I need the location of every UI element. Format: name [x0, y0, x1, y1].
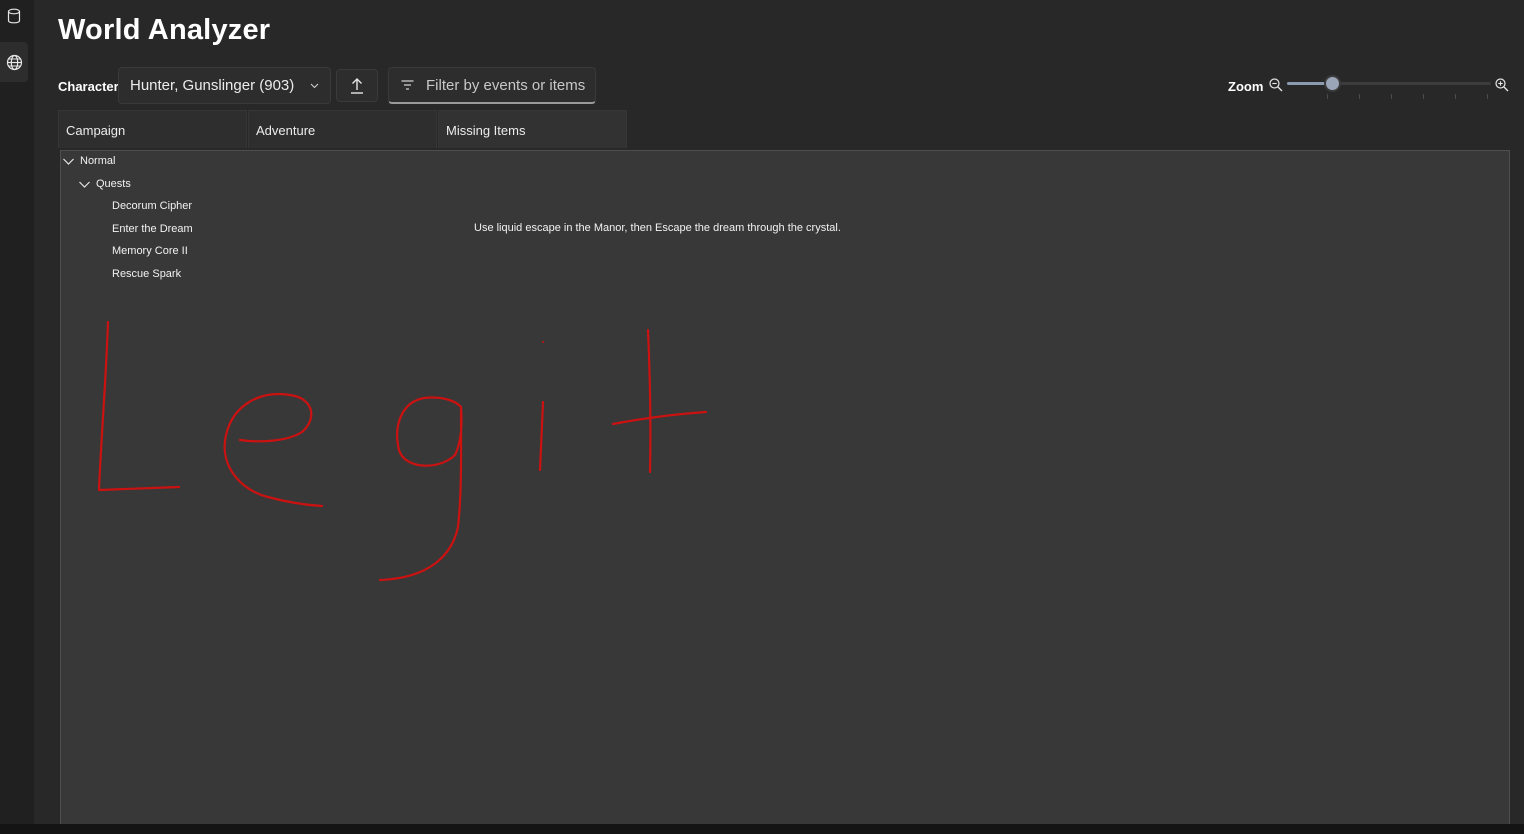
bottom-strip: [0, 824, 1524, 834]
handwritten-annotation: [97, 320, 708, 582]
